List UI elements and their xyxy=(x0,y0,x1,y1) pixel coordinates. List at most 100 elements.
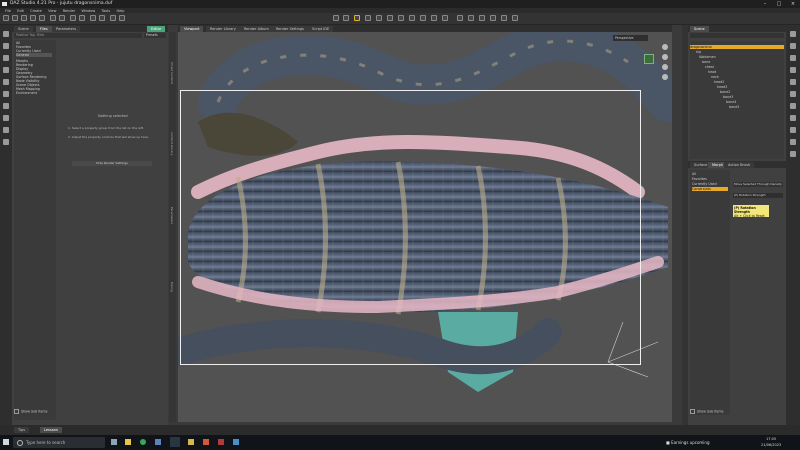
tab-parameters[interactable]: Parameters xyxy=(52,26,81,32)
prop-icon[interactable] xyxy=(99,15,105,21)
render-icon[interactable] xyxy=(50,15,56,21)
tab-scene[interactable]: Scene xyxy=(14,26,33,32)
cameras-icon[interactable] xyxy=(3,127,9,133)
camera-dropdown[interactable]: Perspective xyxy=(613,35,648,41)
lights-panel-icon[interactable] xyxy=(790,79,796,85)
close-icon[interactable]: × xyxy=(786,0,800,8)
edge-icon[interactable] xyxy=(155,439,161,445)
tree-item[interactable]: chest xyxy=(705,65,714,69)
vtab-label[interactable]: Content Library xyxy=(170,132,174,155)
translate-icon[interactable] xyxy=(376,15,382,21)
scene-icon[interactable] xyxy=(790,31,796,37)
file-explorer-icon[interactable] xyxy=(125,439,131,445)
tab-presets[interactable]: Presets xyxy=(144,33,166,38)
pointer-tool-icon[interactable] xyxy=(354,15,360,21)
posing-icon[interactable] xyxy=(790,67,796,73)
timeline-icon[interactable] xyxy=(3,91,9,97)
lights-icon[interactable] xyxy=(3,115,9,121)
active-pose-icon[interactable] xyxy=(409,15,415,21)
render-panel-icon[interactable] xyxy=(790,151,796,157)
tree-item[interactable]: bone3 xyxy=(723,95,733,99)
aux-viewport-icon[interactable] xyxy=(790,127,796,133)
chrome-icon[interactable] xyxy=(140,439,146,445)
tree-item-selected[interactable]: dragonsnima xyxy=(690,45,784,49)
tree-item[interactable]: head xyxy=(708,70,716,74)
shapes-icon[interactable] xyxy=(3,67,9,73)
zoom-icon[interactable] xyxy=(662,64,668,70)
joint-editor-icon[interactable] xyxy=(398,15,404,21)
morph-icon[interactable] xyxy=(479,15,485,21)
app4-taskbar-icon[interactable] xyxy=(233,439,239,445)
task-view-icon[interactable] xyxy=(111,439,117,445)
smart-content-icon[interactable] xyxy=(3,43,9,49)
node-selection-icon[interactable] xyxy=(333,15,339,21)
save-icon[interactable] xyxy=(21,15,27,21)
tree-item[interactable]: head3 xyxy=(717,85,727,89)
figure-icon[interactable] xyxy=(90,15,96,21)
render-settings-icon[interactable] xyxy=(59,15,65,21)
files-icon[interactable] xyxy=(3,55,9,61)
content-library-icon[interactable] xyxy=(3,31,9,37)
timeline-panel-icon[interactable] xyxy=(790,115,796,121)
vtab-label[interactable]: Parameters xyxy=(170,207,174,224)
tab-action-brush[interactable]: Action Brush xyxy=(724,162,755,168)
tab-lessons[interactable]: Lessons xyxy=(40,427,62,433)
align-icon[interactable] xyxy=(457,15,463,21)
tree-item[interactable]: bone2 xyxy=(720,90,730,94)
daz-studio-taskbar-icon[interactable] xyxy=(170,437,180,447)
undo-stack-icon[interactable] xyxy=(3,103,9,109)
tree-item[interactable]: bone4 xyxy=(726,100,736,104)
taskbar-search-input[interactable]: Type here to search xyxy=(13,437,105,448)
redo-icon[interactable] xyxy=(39,15,45,21)
surfaces-icon[interactable] xyxy=(790,43,796,49)
tree-item[interactable]: bone xyxy=(702,60,710,64)
viewport-icon[interactable] xyxy=(512,15,518,21)
list-item[interactable]: All xyxy=(692,172,696,176)
tree-item[interactable]: hip xyxy=(696,50,701,54)
spot-render-icon[interactable] xyxy=(442,15,448,21)
maximize-icon[interactable]: □ xyxy=(772,0,786,8)
tab-files[interactable]: Files xyxy=(36,26,52,32)
tab-scene-right[interactable]: Scene xyxy=(690,26,709,32)
filter-input[interactable]: Positive Tag. Filter xyxy=(14,33,142,38)
tab-tips[interactable]: Tips xyxy=(14,427,30,433)
shaping-icon[interactable] xyxy=(790,55,796,61)
clock-date[interactable]: 21/06/2023 xyxy=(761,443,781,447)
app3-taskbar-icon[interactable] xyxy=(218,439,224,445)
geometry-editor-icon[interactable] xyxy=(420,15,426,21)
vtab-label[interactable]: Posing xyxy=(170,282,174,292)
camera-view-icon[interactable] xyxy=(490,15,496,21)
list-item[interactable]: Favorites xyxy=(692,177,707,181)
universal-tool-icon[interactable] xyxy=(343,15,349,21)
hide-render-settings-button[interactable]: Hide Render Settings xyxy=(72,161,152,166)
geometry-panel-icon[interactable] xyxy=(790,139,796,145)
app2-taskbar-icon[interactable] xyxy=(203,439,209,445)
tree-item[interactable]: head2 xyxy=(714,80,724,84)
clock-time[interactable]: 17:05 xyxy=(766,437,776,441)
tree-item[interactable]: lAbdomen xyxy=(699,55,716,59)
tab-editor[interactable]: Editor xyxy=(147,26,166,32)
view-cube-icon[interactable] xyxy=(644,54,654,64)
lock-icon[interactable] xyxy=(3,139,9,145)
list-item-selected[interactable]: Constraints xyxy=(692,187,728,191)
undo-icon[interactable] xyxy=(30,15,36,21)
rotate-icon[interactable] xyxy=(365,15,371,21)
rotation-strength-slider[interactable]: (P) Rotation Strength xyxy=(733,193,783,198)
scene-filter-input[interactable] xyxy=(690,33,784,38)
open-icon[interactable] xyxy=(12,15,18,21)
surface-selection-icon[interactable] xyxy=(431,15,437,21)
app-taskbar-icon[interactable] xyxy=(188,439,194,445)
primitive-icon[interactable] xyxy=(119,15,125,21)
light-icon[interactable] xyxy=(79,15,85,21)
list-item[interactable]: Currently Used xyxy=(692,182,717,186)
show-sub-items-checkbox-right[interactable]: Show Sub Items xyxy=(690,409,724,414)
vtab-label[interactable]: Smart Content xyxy=(170,62,174,84)
list-item[interactable]: General xyxy=(16,53,52,57)
camera-icon[interactable] xyxy=(70,15,76,21)
show-sub-items-checkbox[interactable]: Show Sub Items xyxy=(14,409,48,414)
frame-icon[interactable] xyxy=(662,74,668,80)
orbit-icon[interactable] xyxy=(662,44,668,50)
tree-item[interactable]: neck xyxy=(711,75,719,79)
brush-icon[interactable] xyxy=(468,15,474,21)
group-icon[interactable] xyxy=(110,15,116,21)
